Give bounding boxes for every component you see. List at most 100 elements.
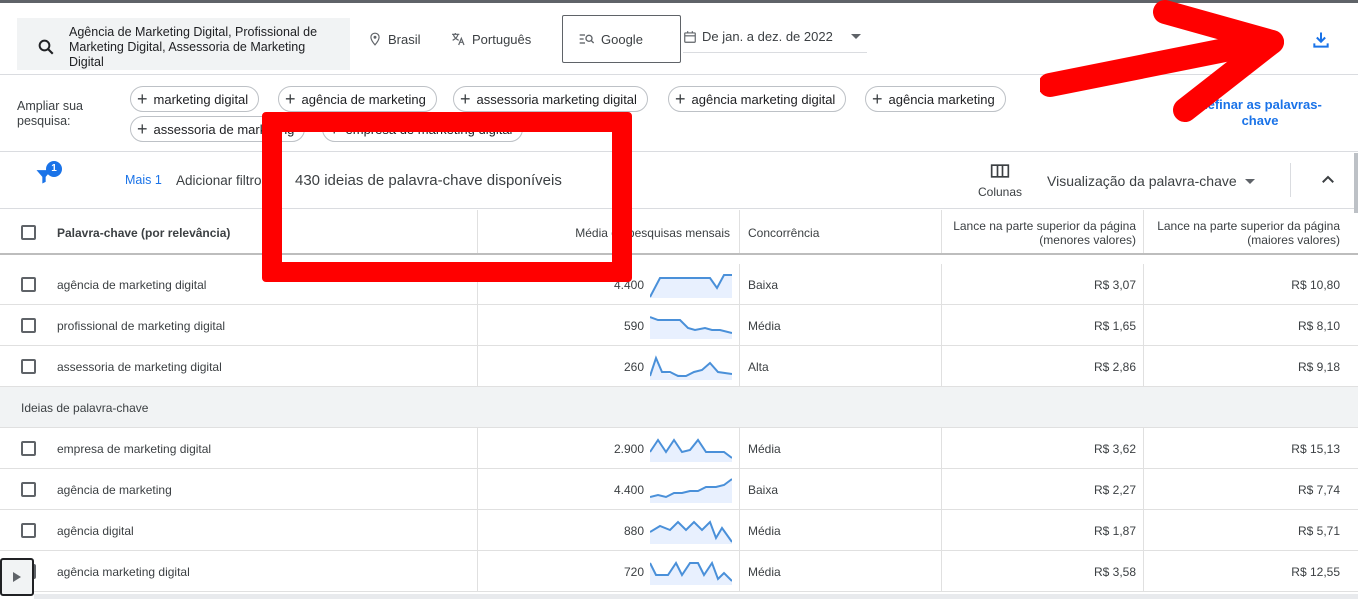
language-selector[interactable]: Português xyxy=(450,31,531,47)
row-checkbox[interactable] xyxy=(21,346,36,387)
searches-cell: 2.900 xyxy=(613,441,644,456)
bid-high-cell: R$ 12,55 xyxy=(1291,564,1340,579)
bid-low-cell: R$ 1,87 xyxy=(1093,523,1136,538)
table-row[interactable]: assessoria de marketing digital 260 Alta… xyxy=(0,346,1358,387)
plus-icon: + xyxy=(137,89,148,109)
searches-cell: 880 xyxy=(623,523,644,538)
table-row[interactable]: profissional de marketing digital 590 Mé… xyxy=(0,305,1358,346)
add-filter-button[interactable]: Adicionar filtro xyxy=(176,173,262,188)
bid-low-cell: R$ 2,27 xyxy=(1093,482,1136,497)
divider xyxy=(1290,163,1291,197)
plus-icon: + xyxy=(137,119,148,139)
suggestion-chip[interactable]: + marketing digital xyxy=(130,86,260,112)
searches-cell: 720 xyxy=(623,564,644,579)
suggestion-chip[interactable]: + agência de marketing xyxy=(278,86,437,112)
trend-sparkline xyxy=(650,560,732,585)
columns-icon xyxy=(990,164,1010,178)
trend-sparkline xyxy=(650,316,732,339)
competition-cell: Alta xyxy=(748,359,769,374)
location-label: Brasil xyxy=(388,31,421,47)
chip-label: agência marketing xyxy=(888,91,995,107)
row-checkbox[interactable] xyxy=(21,510,36,551)
keyword-cell: agência de marketing xyxy=(57,482,172,497)
bid-low-cell: R$ 3,62 xyxy=(1093,441,1136,456)
dropdown-caret-icon xyxy=(1244,178,1255,184)
language-label: Português xyxy=(472,31,532,47)
chip-label: marketing digital xyxy=(153,91,249,107)
searches-cell: 590 xyxy=(623,318,644,333)
columns-button[interactable]: Colunas xyxy=(972,163,1028,199)
section-header-row: Ideias de palavra-chave xyxy=(0,387,1358,428)
chip-label: agência de marketing xyxy=(301,91,426,107)
plus-icon: + xyxy=(675,89,686,109)
table-row[interactable]: agência de marketing 4.400 Baixa R$ 2,27… xyxy=(0,469,1358,510)
competition-cell: Média xyxy=(748,564,781,579)
bid-high-cell: R$ 9,18 xyxy=(1297,359,1340,374)
table-row[interactable]: agência marketing digital 720 Média R$ 3… xyxy=(0,551,1358,592)
chevron-up-icon[interactable] xyxy=(1318,171,1338,189)
columns-label: Colunas xyxy=(977,185,1023,199)
trend-sparkline xyxy=(650,520,732,544)
search-icon xyxy=(38,39,54,55)
table-row[interactable]: agência digital 880 Média R$ 1,87 R$ 5,7… xyxy=(0,510,1358,551)
expand-panel-handle[interactable] xyxy=(0,558,34,596)
table-row[interactable]: empresa de marketing digital 2.900 Média… xyxy=(0,428,1358,469)
bid-high-cell: R$ 10,80 xyxy=(1291,277,1340,292)
table-row[interactable]: agência de marketing digital 4.400 Baixa… xyxy=(0,264,1358,305)
location-pin-icon xyxy=(370,32,380,46)
header-keyword[interactable]: Palavra-chave (por relevância) xyxy=(57,210,230,255)
date-range-selector[interactable]: De jan. a dez. de 2022 xyxy=(683,21,867,53)
keyword-cell: empresa de marketing digital xyxy=(57,441,212,456)
horizontal-scrollbar[interactable] xyxy=(34,594,1358,599)
view-label: Visualização da palavra-chave xyxy=(1047,173,1237,189)
date-range-label: De jan. a dez. de 2022 xyxy=(702,29,833,44)
bid-low-cell: R$ 2,86 xyxy=(1093,359,1136,374)
select-all-checkbox[interactable] xyxy=(21,210,36,255)
competition-cell: Média xyxy=(748,523,781,538)
header-bid-low[interactable]: Lance na parte superior da página (menor… xyxy=(948,210,1136,255)
header-bid-high[interactable]: Lance na parte superior da página (maior… xyxy=(1150,210,1340,255)
network-selector[interactable]: Google xyxy=(562,15,681,63)
keyword-cell: agência marketing digital xyxy=(57,564,190,579)
competition-cell: Média xyxy=(748,441,781,456)
bid-low-cell: R$ 1,65 xyxy=(1093,318,1136,333)
table-header-row: Palavra-chave (por relevância) Média de … xyxy=(0,210,1358,255)
row-checkbox[interactable] xyxy=(21,305,36,346)
suggestion-chip[interactable]: + agência marketing digital xyxy=(668,86,847,112)
search-network-icon xyxy=(579,34,595,44)
searches-cell: 4.400 xyxy=(613,482,644,497)
plus-icon: + xyxy=(460,89,471,109)
download-icon[interactable] xyxy=(1311,30,1331,50)
suggestion-chip[interactable]: + agência marketing xyxy=(865,86,1006,112)
chip-label: agência marketing digital xyxy=(691,91,836,107)
competition-cell: Média xyxy=(748,318,781,333)
view-selector[interactable]: Visualização da palavra-chave xyxy=(1047,173,1255,189)
expand-search-label: Ampliar sua pesquisa: xyxy=(17,99,83,128)
location-selector[interactable]: Brasil xyxy=(368,31,421,47)
suggestion-chip[interactable]: + assessoria marketing digital xyxy=(453,86,648,112)
bid-high-cell: R$ 15,13 xyxy=(1291,441,1340,456)
row-checkbox[interactable] xyxy=(21,428,36,469)
plus-icon: + xyxy=(872,89,883,109)
vertical-scrollbar[interactable] xyxy=(1354,153,1358,213)
trend-sparkline xyxy=(650,478,732,503)
bid-high-cell: R$ 8,10 xyxy=(1297,318,1340,333)
trend-sparkline xyxy=(650,438,732,462)
annotation-highlight-box xyxy=(262,112,632,282)
dropdown-caret-icon xyxy=(851,34,861,39)
keyword-cell: agência de marketing digital xyxy=(57,277,207,292)
table-toolbar: 1 Mais 1 Adicionar filtro 430 ideias de … xyxy=(0,153,1358,209)
trend-sparkline xyxy=(650,355,732,380)
more-filters-link[interactable]: Mais 1 xyxy=(125,173,162,187)
bid-high-cell: R$ 7,74 xyxy=(1297,482,1340,497)
row-checkbox[interactable] xyxy=(21,469,36,510)
section-label: Ideias de palavra-chave xyxy=(21,400,149,415)
keyword-cell: assessoria de marketing digital xyxy=(57,359,222,374)
keyword-search-box[interactable]: Agência de Marketing Digital, Profission… xyxy=(17,18,350,70)
row-checkbox[interactable] xyxy=(21,264,36,305)
header-competition[interactable]: Concorrência xyxy=(748,210,819,255)
network-label: Google xyxy=(601,31,643,47)
bid-high-cell: R$ 5,71 xyxy=(1297,523,1340,538)
competition-cell: Baixa xyxy=(748,277,779,292)
plus-icon: + xyxy=(285,89,296,109)
